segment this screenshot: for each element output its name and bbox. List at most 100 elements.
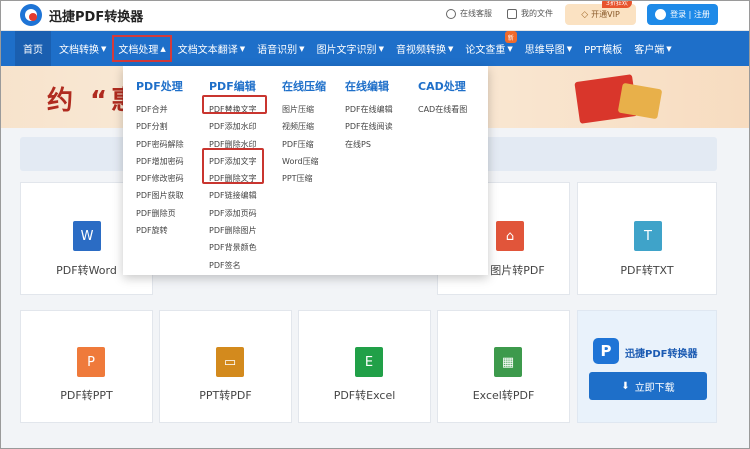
menu-column-title: 在线编辑 [345,80,389,93]
pdf-file-icon: ⌂ [496,221,524,251]
tool-card-ppt-to-pdf[interactable]: ▭ PPT转PDF [159,310,292,423]
nav-label: 论文查重 [465,45,506,56]
site-logo[interactable]: 迅捷PDF转换器 [20,4,143,26]
nav-client[interactable]: 客户端 ▼ [634,41,672,57]
top-header: 迅捷PDF转换器 在线客服 我的文件 ◇ 开通VIP 3折狂欢 登录 | 注册 [0,0,750,31]
menu-item[interactable]: PDF图片获取 [136,187,184,204]
caret-up-icon: ▲ [160,44,166,53]
download-promo-card: P 迅捷PDF转换器 ⬇ 立即下载 [577,310,717,423]
tool-card-pdf-to-ppt[interactable]: P PDF转PPT [20,310,153,423]
nav-doc-convert[interactable]: 文档转换 ▼ [59,41,107,57]
tool-card-label: PDF转TXT [620,264,674,277]
menu-item[interactable]: PDF删除水印 [209,136,257,153]
menu-item[interactable]: PDF添加水印 [209,118,257,135]
menu-item[interactable]: 图片压缩 [282,101,326,118]
excel-file-icon: E [355,347,383,377]
main-nav: 首页 文档转换 ▼ 文档处理 ▲ 文档文本翻译 ▼ 语音识别 ▼ 图片文字识别 ▼ 音视频… [0,31,750,66]
menu-item[interactable]: PDF在线编辑 [345,101,393,118]
tool-card-excel-to-pdf[interactable]: ▦ Excel转PDF [437,310,570,423]
menu-item[interactable]: PDF修改密码 [136,170,184,187]
nav-image-ocr[interactable]: 图片文字识别 ▼ [316,41,384,57]
menu-item[interactable]: 视频压缩 [282,118,326,135]
menu-item[interactable]: PDF分割 [136,118,184,135]
my-files-label: 我的文件 [521,9,553,18]
menu-column-online-compress: 在线压缩 图片压缩 视频压缩 PDF压缩 Word压缩 PPT压缩 [282,78,326,187]
nav-label: 文档文本翻译 [177,45,238,56]
caret-down-icon: ▼ [378,44,384,53]
caret-down-icon: ▼ [299,44,305,53]
download-label: 立即下载 [634,382,675,394]
menu-item-pdf-add-text[interactable]: PDF添加文字 [209,153,257,170]
ppt-to-pdf-icon: ▭ [216,347,244,377]
logo-text: 迅捷PDF转换器 [49,9,144,25]
customer-service-link[interactable]: 在线客服 [446,8,492,19]
tool-card-label: Excel转PDF [472,389,535,402]
vip-label: 开通VIP [591,10,620,19]
nav-label: 图片文字识别 [316,45,377,56]
menu-item[interactable]: PDF签名 [209,257,257,274]
nav-av-convert[interactable]: 音视频转换 ▼ [395,41,454,57]
menu-item-pdf-delete-text[interactable]: PDF删除文字 [209,170,257,187]
ppt-file-icon: P [77,347,105,377]
login-register-button[interactable]: 登录 | 注册 [647,4,718,25]
nav-ppt-template[interactable]: PPT模板 [584,41,622,56]
menu-item[interactable]: PDF添加页码 [209,205,257,222]
caret-down-icon: ▼ [566,44,573,53]
menu-column-title: 在线压缩 [282,80,326,93]
menu-column-cad-process: CAD处理 CAD在线看图 [418,78,467,118]
nav-label: 首页 [23,45,43,56]
download-button[interactable]: ⬇ 立即下载 [589,372,707,400]
new-badge: 新 [504,31,517,43]
menu-column-title: PDF处理 [136,80,183,93]
vip-promo-badge: 3折狂欢 [602,0,632,8]
nav-label: 语音识别 [257,45,298,56]
menu-item[interactable]: PDF链接编辑 [209,187,257,204]
nav-label: 思维导图 [524,45,565,56]
customer-service-label: 在线客服 [460,9,492,18]
menu-item[interactable]: PPT压缩 [282,170,326,187]
menu-item[interactable]: Word压缩 [282,153,326,170]
menu-item[interactable]: PDF合并 [136,101,184,118]
txt-file-icon: T [634,221,662,251]
caret-down-icon: ▼ [666,44,672,53]
nav-doc-process[interactable]: 文档处理 ▲ [112,35,172,62]
nav-speech-recognition[interactable]: 语音识别 ▼ [257,41,305,57]
nav-label: 音视频转换 [395,45,446,56]
caret-down-icon: ▼ [447,44,454,53]
menu-item[interactable]: CAD在线看图 [418,101,467,118]
tool-card-pdf-to-excel[interactable]: E PDF转Excel [298,310,431,423]
menu-column-pdf-process: PDF处理 PDF合并 PDF分割 PDF密码解除 PDF增加密码 PDF修改密… [136,78,184,239]
nav-doc-translate[interactable]: 文档文本翻译 ▼ [177,41,246,57]
excel-to-pdf-icon: ▦ [494,347,522,377]
caret-down-icon: ▼ [101,44,107,53]
file-icon [507,8,517,19]
menu-item[interactable]: PDF增加密码 [136,153,184,170]
app-logo-icon: P [593,338,619,364]
nav-label: 客户端 [634,45,665,56]
tool-card-pdf-to-txt[interactable]: T PDF转TXT [577,182,717,295]
menu-item[interactable]: PDF旋转 [136,222,184,239]
caret-down-icon: ▼ [239,44,246,53]
menu-item-pdf-replace-text[interactable]: PDF替换文字 [209,101,257,118]
menu-item[interactable]: PDF删除页 [136,205,184,222]
menu-item[interactable]: PDF在线阅读 [345,118,393,135]
menu-item[interactable]: 在线PS [345,136,393,153]
nav-mind-map[interactable]: 思维导图 ▼ [524,41,573,57]
menu-item[interactable]: PDF删除图片 [209,222,257,239]
nav-paper-check[interactable]: 论文查重 ▼ 新 [465,31,517,56]
caret-down-icon: ▼ [507,44,513,53]
menu-item[interactable]: PDF背景颜色 [209,239,257,256]
nav-home[interactable]: 首页 [15,31,51,66]
my-files-link[interactable]: 我的文件 [507,8,553,19]
user-icon [655,9,667,20]
login-label: 登录 | 注册 [670,10,710,19]
headset-icon [446,8,456,19]
nav-label: PPT模板 [584,45,623,56]
menu-item[interactable]: PDF密码解除 [136,136,184,153]
tool-card-label: PDF转Excel [333,389,396,402]
download-icon: ⬇ [621,380,630,392]
tool-card-label: PDF转PPT [60,389,113,402]
doc-process-dropdown: PDF处理 PDF合并 PDF分割 PDF密码解除 PDF增加密码 PDF修改密… [123,66,488,275]
nav-label: 文档转换 [59,45,99,56]
menu-item[interactable]: PDF压缩 [282,136,326,153]
